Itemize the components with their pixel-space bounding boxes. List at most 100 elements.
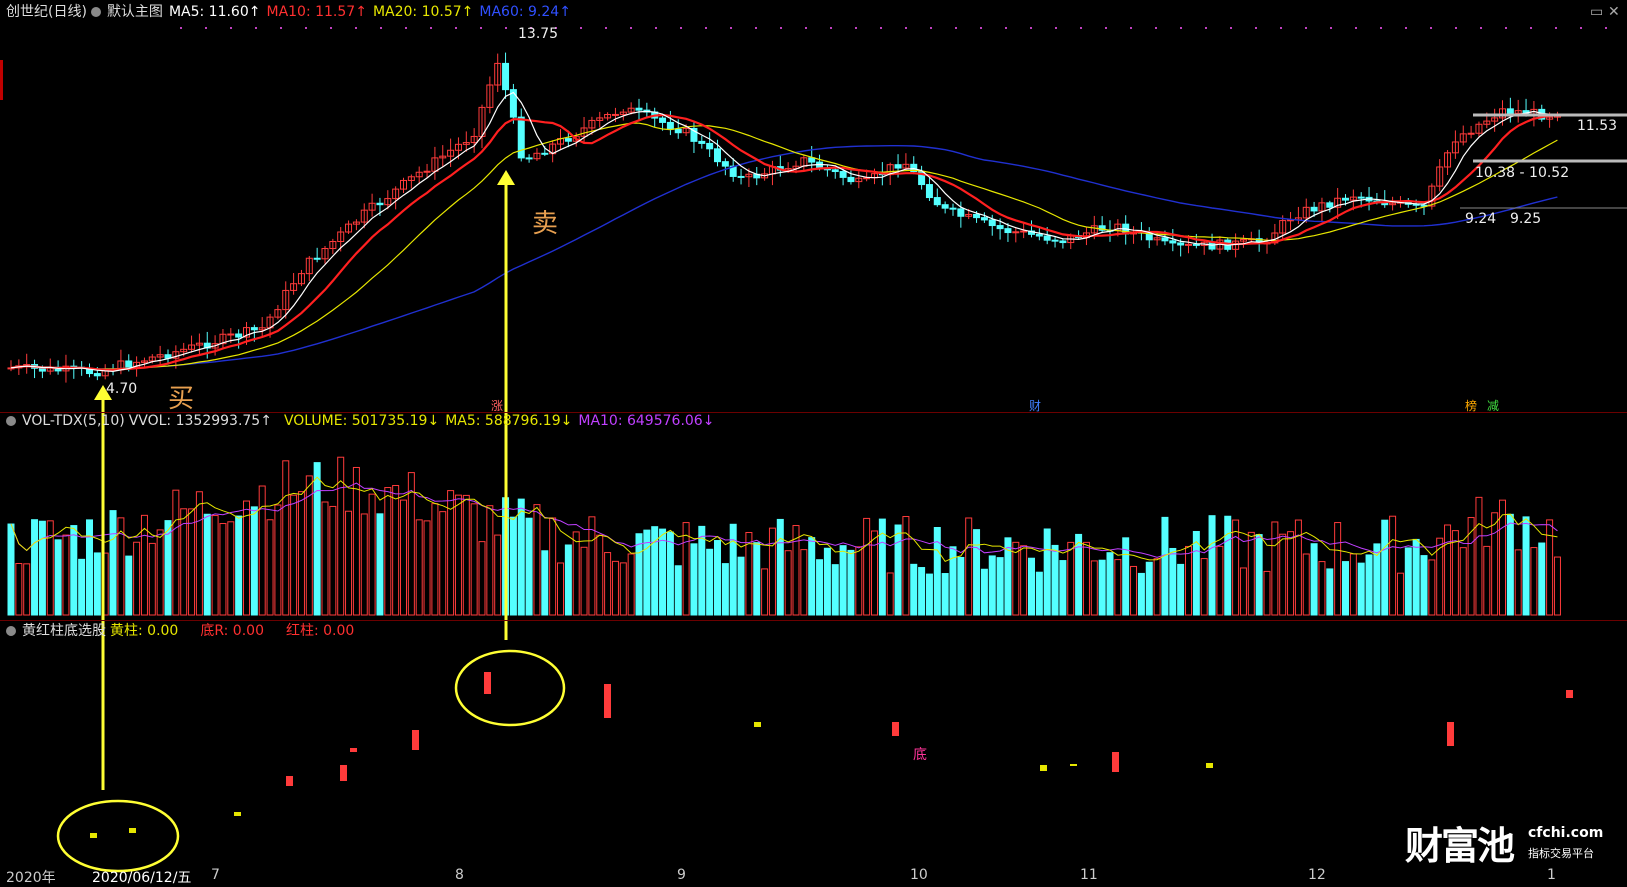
volume-bar xyxy=(368,493,376,616)
candle-body xyxy=(973,213,981,219)
candle-body xyxy=(1012,231,1020,234)
template-label[interactable]: 默认主图 xyxy=(107,4,163,20)
zhang-event-mark[interactable]: 涨 xyxy=(491,397,503,414)
top-marker xyxy=(1255,27,1257,29)
high-price-label: 13.75 xyxy=(518,26,559,42)
volume-bar xyxy=(384,487,392,616)
volume-bar xyxy=(753,542,761,616)
volume-bar xyxy=(1130,565,1138,616)
volume-bar xyxy=(1145,561,1153,616)
volume-bar xyxy=(266,519,274,616)
volume-bar xyxy=(211,515,219,616)
bang-event-mark[interactable]: 榜 xyxy=(1465,397,1477,414)
top-marker xyxy=(1480,27,1482,29)
collapse-dot-icon[interactable] xyxy=(90,7,101,17)
title-label[interactable]: 创世纪(日线) xyxy=(6,4,87,20)
candle-body xyxy=(1161,237,1169,242)
volume-bar xyxy=(1318,561,1326,616)
volume-bar xyxy=(1334,522,1342,616)
volume-bar xyxy=(62,534,70,616)
volume-bar xyxy=(918,567,926,616)
buy-annotation: 买 xyxy=(168,384,195,414)
volume-bar xyxy=(188,508,196,616)
volume-bar xyxy=(1287,531,1295,616)
top-marker xyxy=(1380,27,1382,29)
volume-bar xyxy=(1294,519,1302,616)
top-marker xyxy=(1555,27,1557,29)
volume-bar xyxy=(572,531,580,616)
top-marker xyxy=(1005,27,1007,29)
cai-event-mark[interactable]: 财 xyxy=(1029,397,1041,414)
indicator-header: 黄红柱底选股 黄柱: 0.00 底R: 0.00 红柱: 0.00 xyxy=(6,622,360,640)
sell-circle xyxy=(454,649,566,727)
volume-bar xyxy=(227,521,235,616)
jian-event-mark[interactable]: 减 xyxy=(1487,397,1499,414)
volume-bar xyxy=(86,519,93,616)
indicator-bar xyxy=(90,833,97,838)
indicator-bar xyxy=(350,748,357,752)
top-marker xyxy=(1055,27,1057,29)
volume-bar xyxy=(172,489,180,616)
volume-bar xyxy=(737,556,745,616)
top-marker xyxy=(1130,27,1132,29)
logo-main: 财富池 xyxy=(1405,824,1515,868)
volume-bar xyxy=(1043,528,1051,616)
volume-bar xyxy=(894,524,902,616)
top-marker xyxy=(680,27,682,29)
volume-bar xyxy=(768,527,776,616)
top-marker xyxy=(505,27,507,29)
volume-bar xyxy=(980,568,988,616)
candle-body xyxy=(996,225,1004,230)
maximize-icon[interactable]: ▭ xyxy=(1590,4,1603,20)
top-marker xyxy=(1080,27,1082,29)
close-icon[interactable]: ✕ xyxy=(1608,4,1620,20)
top-marker xyxy=(1155,27,1157,29)
volume-bar xyxy=(1020,545,1028,616)
volume-bar xyxy=(345,510,353,616)
volume-bar xyxy=(109,510,117,616)
volume-bar xyxy=(933,527,941,616)
x-axis-month: 7 xyxy=(211,867,220,883)
volume-value: VOLUME: 501735.19↓ xyxy=(283,413,440,429)
volume-bar xyxy=(996,557,1004,616)
top-marker xyxy=(1230,27,1232,29)
kline-canvas[interactable] xyxy=(0,0,1627,884)
top-marker xyxy=(480,27,482,29)
volume-bar xyxy=(1255,534,1263,616)
top-marker xyxy=(630,27,632,29)
volume-bar xyxy=(250,506,258,616)
indicator-bar xyxy=(1447,722,1454,746)
vol-name[interactable]: VOL-TDX(5,10) xyxy=(22,413,125,429)
volume-bar xyxy=(1444,524,1452,616)
top-marker xyxy=(1105,27,1107,29)
candle-body xyxy=(957,208,965,217)
candle-body xyxy=(313,257,321,260)
candle-body xyxy=(38,367,46,372)
low-price-label: 4.70 xyxy=(106,381,138,397)
volume-bar xyxy=(1310,543,1318,616)
volume-bar xyxy=(156,529,164,616)
volume-bar xyxy=(376,513,384,616)
volume-bar xyxy=(7,523,15,616)
volume-bar xyxy=(1475,496,1483,616)
volume-bar xyxy=(855,546,863,616)
candle-body xyxy=(125,360,133,368)
candle-body xyxy=(698,140,706,144)
vol-ma5-line xyxy=(10,476,1558,563)
top-marker xyxy=(780,27,782,29)
candle-body xyxy=(1004,228,1012,234)
volume-bar xyxy=(1451,530,1459,616)
volume-bar xyxy=(54,539,62,616)
volume-bar xyxy=(1114,559,1122,616)
separator-vol-ind[interactable] xyxy=(0,620,1627,621)
collapse-dot-icon[interactable] xyxy=(6,626,16,636)
volume-bar xyxy=(1177,563,1185,616)
volume-bar xyxy=(557,562,564,616)
volume-bar xyxy=(15,562,23,616)
chart-window[interactable]: 创世纪(日线) 默认主图 MA5: 11.60↑ MA10: 11.57↑ MA20: … xyxy=(0,0,1627,886)
ind-name[interactable]: 黄红柱底选股 xyxy=(22,623,106,639)
volume-bar xyxy=(1051,544,1059,616)
volume-bar xyxy=(549,517,557,616)
collapse-dot-icon[interactable] xyxy=(6,416,16,426)
top-marker xyxy=(280,27,282,29)
